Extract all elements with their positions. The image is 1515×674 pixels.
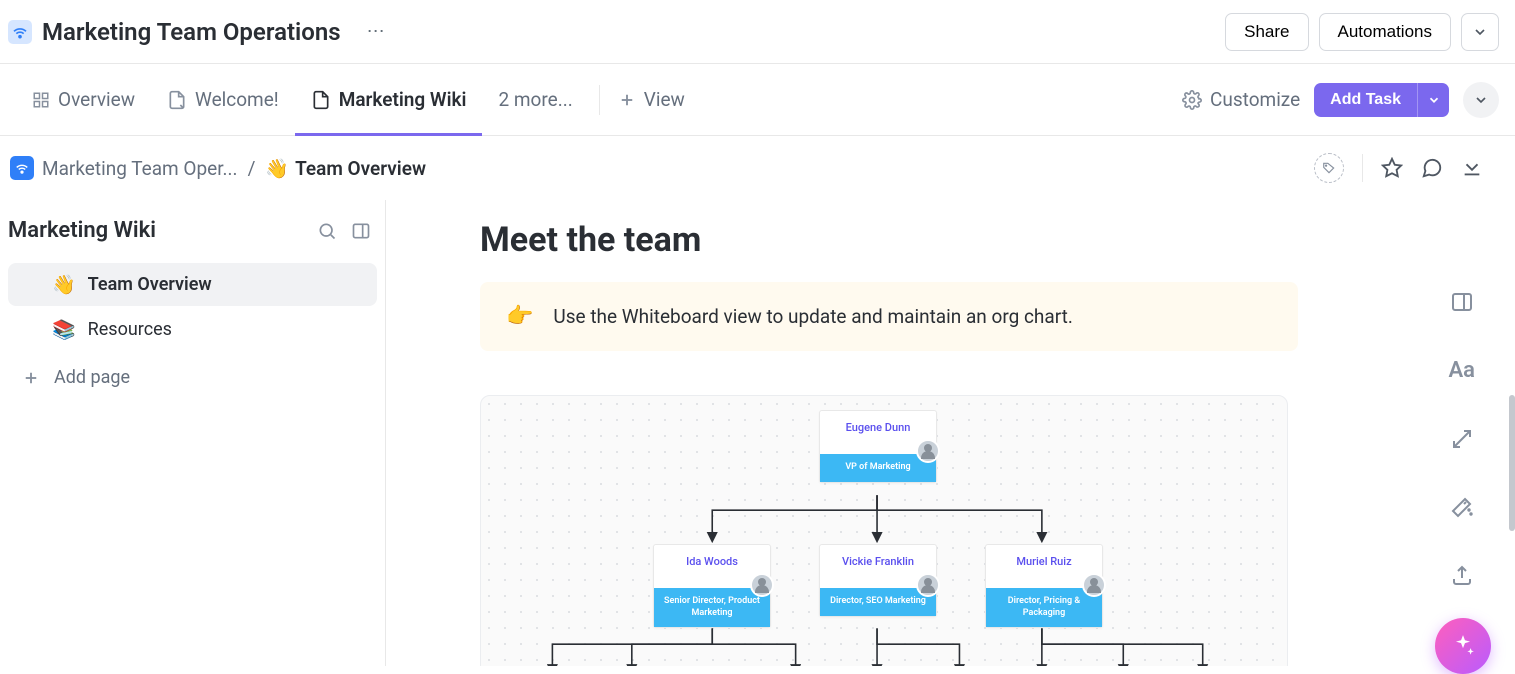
comments-button[interactable]	[1421, 157, 1443, 179]
doc-icon	[167, 90, 187, 110]
divider	[1362, 154, 1363, 182]
search-icon	[317, 221, 337, 241]
space-icon	[8, 20, 32, 44]
breadcrumb-space-icon	[10, 156, 34, 180]
customize-button[interactable]: Customize	[1182, 88, 1300, 111]
avatar	[916, 573, 940, 597]
doc-icon	[311, 90, 331, 110]
tabsrow-caret-button[interactable]	[1463, 82, 1499, 118]
plus-icon	[22, 369, 40, 387]
callout: 👉 Use the Whiteboard view to update and …	[480, 282, 1298, 351]
doc-main: Meet the team 👉 Use the Whiteboard view …	[386, 200, 1515, 666]
breadcrumb-current[interactable]: 👋 Team Overview	[265, 157, 426, 180]
tab-more-button[interactable]: 2 more...	[482, 88, 588, 111]
download-arrow-icon	[1461, 157, 1483, 179]
download-button[interactable]	[1461, 157, 1483, 179]
wiki-search-button[interactable]	[317, 221, 337, 241]
org-node-d2[interactable]: Vickie Franklin Director, SEO Marketing	[819, 544, 937, 617]
sidebar-item-team-overview[interactable]: 👋 Team Overview	[8, 263, 377, 306]
panel-toggle-button[interactable]	[1450, 290, 1474, 314]
add-task-group: Add Task	[1314, 83, 1449, 117]
callout-text: Use the Whiteboard view to update and ma…	[553, 305, 1072, 328]
share-button[interactable]: Share	[1225, 13, 1308, 51]
gear-icon	[1182, 90, 1202, 110]
plus-icon	[618, 91, 636, 109]
right-toolbar: Aa	[1448, 290, 1475, 587]
sidebar-item-resources[interactable]: 📚 Resources	[8, 308, 377, 351]
favorite-button[interactable]	[1381, 157, 1403, 179]
wave-emoji-icon: 👋	[52, 273, 76, 296]
breadcrumb: Marketing Team Oper... / 👋 Team Overview	[0, 136, 1515, 200]
chevron-down-icon	[1472, 24, 1488, 40]
breadcrumb-separator: /	[248, 157, 256, 180]
connector-icon	[1450, 427, 1474, 451]
top-header: Marketing Team Operations ⋯ Share Automa…	[0, 0, 1515, 64]
wiki-sidebar: Marketing Wiki 👋 Team Overview 📚 Resourc…	[0, 200, 386, 666]
add-task-caret-button[interactable]	[1417, 83, 1449, 117]
panel-icon	[351, 221, 371, 241]
tag-icon	[1322, 161, 1336, 175]
books-emoji-icon: 📚	[52, 318, 76, 341]
avatar	[916, 439, 940, 463]
org-node-d3[interactable]: Muriel Ruiz Director, Pricing & Packagin…	[985, 544, 1103, 628]
sidebar-item-label: Resources	[88, 319, 172, 340]
pointing-emoji-icon: 👉	[506, 304, 533, 329]
more-menu-button[interactable]: ⋯	[359, 17, 393, 46]
typography-icon: Aa	[1448, 358, 1475, 383]
breadcrumb-root[interactable]: Marketing Team Oper...	[42, 157, 238, 180]
panel-icon	[1450, 290, 1474, 314]
add-task-button[interactable]: Add Task	[1314, 83, 1417, 117]
wiki-panel-button[interactable]	[351, 221, 371, 241]
typography-button[interactable]: Aa	[1448, 358, 1475, 383]
views-tab-row: Overview Welcome! Marketing Wiki 2 more.…	[0, 64, 1515, 136]
connector-button[interactable]	[1450, 427, 1474, 451]
tag-button[interactable]	[1314, 153, 1344, 183]
tab-marketing-wiki[interactable]: Marketing Wiki	[295, 64, 483, 135]
sidebar-item-label: Team Overview	[88, 274, 212, 295]
avatar	[750, 573, 774, 597]
magic-wand-icon	[1450, 495, 1474, 519]
avatar	[1082, 573, 1106, 597]
magic-button[interactable]	[1450, 495, 1474, 519]
add-view-button[interactable]: View	[610, 88, 693, 111]
automations-button[interactable]: Automations	[1319, 13, 1452, 51]
sparkle-icon	[1450, 633, 1476, 659]
space-title: Marketing Team Operations	[42, 18, 341, 46]
scrollbar-thumb[interactable]	[1509, 395, 1515, 531]
header-caret-button[interactable]	[1461, 13, 1499, 51]
upload-button[interactable]	[1450, 563, 1474, 587]
star-icon	[1381, 157, 1403, 179]
grid-icon	[32, 91, 50, 109]
wiki-title: Marketing Wiki	[8, 218, 156, 243]
tab-welcome[interactable]: Welcome!	[151, 64, 295, 135]
divider	[599, 85, 600, 115]
org-chart-whiteboard[interactable]: Eugene Dunn VP of Marketing Ida Woods Se…	[480, 395, 1288, 666]
add-page-button[interactable]: Add page	[0, 353, 385, 402]
comment-icon	[1421, 157, 1443, 179]
tab-overview[interactable]: Overview	[16, 64, 151, 135]
upload-icon	[1450, 563, 1474, 587]
chevron-down-icon	[1473, 92, 1489, 108]
org-node-vp[interactable]: Eugene Dunn VP of Marketing	[819, 410, 937, 483]
chevron-down-icon	[1427, 93, 1441, 107]
org-node-d1[interactable]: Ida Woods Senior Director, Product Marke…	[653, 544, 771, 628]
doc-heading: Meet the team	[480, 220, 1465, 260]
